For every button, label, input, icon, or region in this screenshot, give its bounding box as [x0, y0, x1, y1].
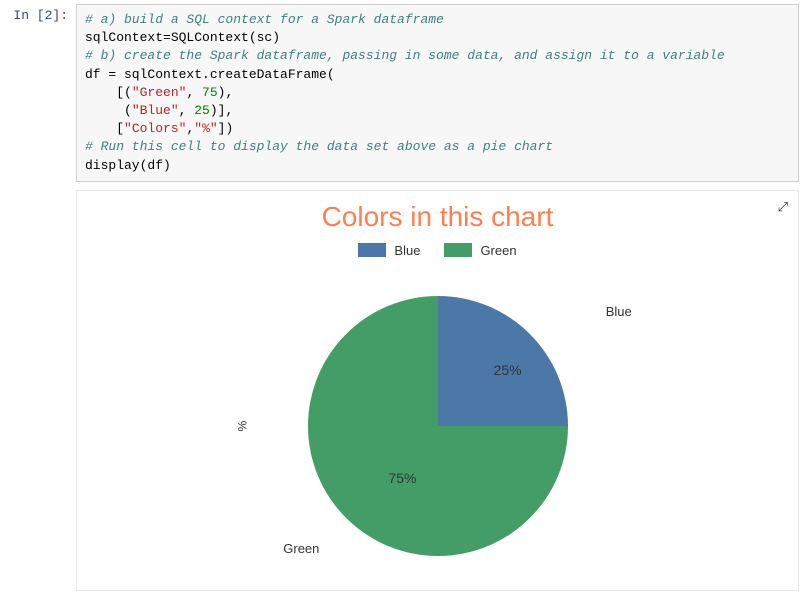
- y-axis-label: %: [235, 420, 249, 431]
- pie-chart: % 25% Blue 75% Green: [87, 266, 788, 586]
- chart-title: Colors in this chart: [87, 201, 788, 233]
- legend-swatch-blue: [358, 243, 386, 257]
- slice-name-green: Green: [283, 541, 319, 556]
- legend-item-blue[interactable]: Blue: [358, 243, 420, 258]
- legend-swatch-green: [444, 243, 472, 257]
- slice-pct-green: 75%: [388, 470, 416, 486]
- code-input[interactable]: # a) build a SQL context for a Spark dat…: [76, 4, 799, 182]
- slice-pct-blue: 25%: [494, 362, 522, 378]
- output-cell: ⤢ Colors in this chart Blue Green % 25% …: [0, 184, 805, 591]
- slice-name-blue: Blue: [606, 304, 632, 319]
- output-prompt-spacer: [6, 190, 76, 591]
- code-cell: In [2]: # a) build a SQL context for a S…: [0, 0, 805, 184]
- cell-prompt: In [2]:: [6, 4, 76, 182]
- chart-legend: Blue Green: [87, 243, 788, 258]
- expand-icon[interactable]: ⤢: [778, 199, 788, 215]
- legend-item-green[interactable]: Green: [444, 243, 516, 258]
- legend-label-blue: Blue: [394, 243, 420, 258]
- legend-label-green: Green: [480, 243, 516, 258]
- chart-output: ⤢ Colors in this chart Blue Green % 25% …: [76, 190, 799, 591]
- pie-graphic: [308, 296, 568, 556]
